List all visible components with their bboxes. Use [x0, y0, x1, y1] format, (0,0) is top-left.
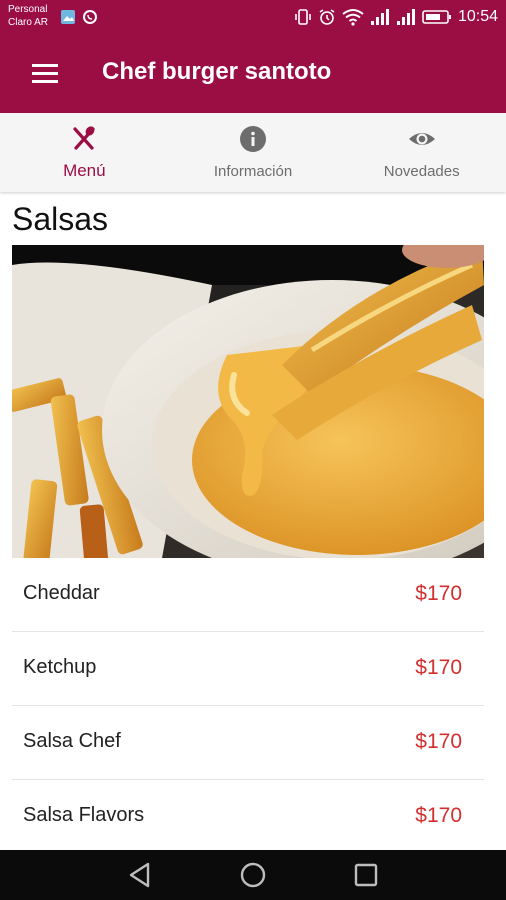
back-icon[interactable] — [126, 861, 154, 889]
home-icon[interactable] — [239, 861, 267, 889]
section-title: Salsas — [12, 201, 109, 237]
menu-list: Cheddar $170 Ketchup $170 Salsa Chef $17… — [12, 558, 484, 853]
carrier-label: Personal Claro AR — [8, 3, 48, 29]
signal-icon — [396, 9, 415, 25]
item-price: $170 — [415, 582, 462, 605]
item-name: Salsa Chef — [23, 730, 121, 752]
whatsapp-icon — [83, 10, 97, 24]
app-title: Chef burger santoto — [102, 58, 332, 85]
item-name: Salsa Flavors — [23, 804, 145, 826]
signal-icon — [370, 9, 389, 25]
hamburger-menu-icon[interactable] — [32, 64, 58, 84]
cheddar-sauce-fries-photo — [12, 245, 484, 558]
vibrate-icon — [295, 9, 311, 25]
carrier-line-2: Claro AR — [8, 17, 49, 28]
info-icon — [240, 126, 266, 152]
utensils-icon — [73, 126, 95, 150]
tab-bar: Menú Información Novedades — [0, 113, 506, 192]
tab-novedades-label: Novedades — [383, 163, 460, 180]
item-name: Ketchup — [23, 656, 97, 678]
wifi-icon — [342, 9, 364, 26]
alarm-icon — [319, 9, 335, 25]
navigation-bar — [0, 850, 506, 900]
status-bar: Personal Claro AR 10:54 — [0, 0, 506, 34]
item-price: $170 — [415, 730, 462, 753]
list-item[interactable]: Ketchup $170 — [12, 632, 484, 706]
carrier-line-1: Personal — [8, 4, 48, 15]
image-icon — [61, 10, 75, 24]
item-name: Cheddar — [23, 582, 100, 604]
app-bar: Chef burger santoto — [0, 34, 506, 113]
tab-menu-label: Menú — [63, 161, 106, 180]
battery-icon — [422, 10, 451, 24]
list-item[interactable]: Salsa Flavors $170 — [12, 780, 484, 853]
item-price: $170 — [415, 656, 462, 679]
eye-icon — [408, 133, 435, 145]
tab-informacion-label: Información — [213, 163, 293, 180]
list-item[interactable]: Cheddar $170 — [12, 558, 484, 632]
list-item[interactable]: Salsa Chef $170 — [12, 706, 484, 780]
item-price: $170 — [415, 804, 462, 827]
tab-menu[interactable]: Menú — [0, 113, 169, 192]
tab-informacion[interactable]: Información — [169, 113, 338, 192]
clock: 10:54 — [457, 8, 498, 25]
tab-novedades[interactable]: Novedades — [337, 113, 506, 192]
recents-icon[interactable] — [352, 861, 380, 889]
